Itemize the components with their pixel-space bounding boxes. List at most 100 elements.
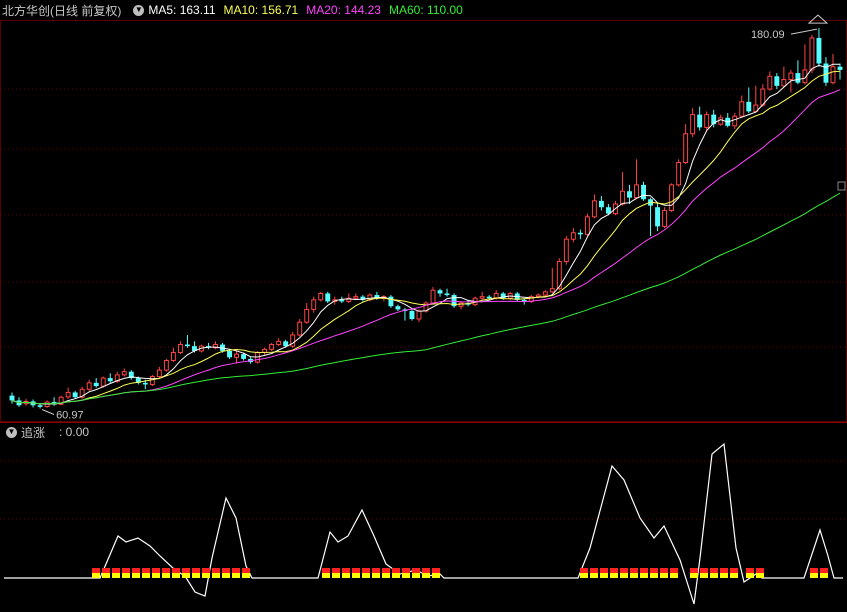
candle-body-down — [746, 101, 752, 112]
candle-body-down — [9, 395, 15, 401]
zhuizhang-signal-bottom — [162, 573, 170, 578]
candle-body-up — [269, 344, 275, 350]
zhuizhang-signal-bottom — [182, 573, 190, 578]
candle-body-down — [837, 66, 843, 70]
zhuizhang-signal-bottom — [232, 573, 240, 578]
candle-body-up — [65, 391, 71, 398]
ma10-legend: MA10: 156.71 — [224, 3, 299, 17]
zhuizhang-signal-bottom — [172, 573, 180, 578]
ma60-legend: MA60: 110.00 — [389, 3, 463, 17]
candle-body-up — [788, 72, 794, 80]
zhuizhang-signal-bottom — [580, 573, 588, 578]
candle-body-down — [795, 73, 801, 83]
candle-body-down — [627, 191, 632, 198]
zhuizhang-signal-bottom — [192, 573, 200, 578]
zhuizhang-signal-top — [810, 568, 818, 573]
zhuizhang-signal-top — [620, 568, 628, 573]
zhuizhang-signal-bottom — [700, 573, 708, 578]
ma60-label: MA60: — [388, 3, 424, 17]
ma10-label: MA10: — [223, 3, 259, 17]
zhuizhang-signal-top — [332, 568, 340, 573]
candle-body-up — [634, 184, 639, 199]
zhuizhang-signal-top — [580, 568, 588, 573]
zhuizhang-signal-bottom — [112, 573, 120, 578]
ma60-line — [11, 192, 841, 405]
zhuizhang-signal-bottom — [152, 573, 160, 578]
zhuizhang-signal-bottom — [746, 573, 754, 578]
zhuizhang-signal-top — [600, 568, 608, 573]
candle-body-up — [479, 296, 485, 299]
candle-body-up — [570, 232, 576, 240]
chevron-down-icon[interactable]: ▼ — [6, 426, 17, 438]
zhuizhang-signal-bottom — [332, 573, 340, 578]
low-price-label: 60.97 — [56, 410, 84, 422]
zhuizhang-signal-bottom — [730, 573, 738, 578]
zhuizhang-signal-bottom — [620, 573, 628, 578]
indicator-value: : 0.00 — [59, 425, 90, 439]
zhuizhang-signal-bottom — [820, 573, 828, 578]
zhuizhang-signal-bottom — [422, 573, 430, 578]
candle-body-up — [100, 377, 106, 387]
zhuizhang-signal-top — [690, 568, 698, 573]
candle-body-up — [620, 190, 625, 205]
chevron-down-icon[interactable]: ▼ — [133, 4, 145, 16]
candle-body-up — [718, 117, 724, 125]
stock-title[interactable]: 北方华创(日线 前复权) — [2, 2, 121, 19]
zhuizhang-signal-bottom — [102, 573, 110, 578]
zhuizhang-signal-bottom — [640, 573, 648, 578]
candle-body-up — [767, 75, 773, 90]
ma10-value: 156.71 — [261, 3, 299, 17]
zhuizhang-signal-bottom — [710, 573, 718, 578]
zhuizhang-signal-top — [730, 568, 738, 573]
candle-body-down — [184, 344, 190, 347]
zhuizhang-signal-bottom — [372, 573, 380, 578]
zhuizhang-signal-bottom — [690, 573, 698, 578]
zhuizhang-signal-bottom — [392, 573, 400, 578]
zhuizhang-signal-top — [422, 568, 430, 573]
candle-body-down — [486, 296, 492, 299]
zhuizhang-signal-bottom — [650, 573, 658, 578]
candle-body-down — [641, 184, 646, 200]
ma20-value: 144.23 — [344, 3, 381, 17]
zhuizhang-signal-top — [412, 568, 420, 573]
candle-body-up — [683, 133, 689, 164]
ma60-value: 110.00 — [427, 3, 463, 17]
candle-body-up — [234, 353, 239, 358]
zhuizhang-signal-top — [746, 568, 754, 573]
chart-canvas[interactable]: 180.09 60.97 — [0, 0, 847, 612]
candle-body-up — [563, 238, 569, 263]
candle-body-down — [325, 293, 331, 302]
candle-body-up — [542, 291, 548, 296]
zhuizhang-signal-top — [112, 568, 120, 573]
zhuizhang-signal-top — [590, 568, 598, 573]
zhuizhang-signal-top — [352, 568, 360, 573]
indicator-name[interactable]: 追涨 — [21, 424, 45, 441]
candle-body-up — [584, 216, 590, 235]
candle-body-down — [37, 405, 43, 407]
candle-body-up — [416, 310, 422, 320]
zhuizhang-signal-bottom — [720, 573, 728, 578]
zhuizhang-signal-top — [610, 568, 618, 573]
zhuizhang-signal-top — [222, 568, 230, 573]
zhuizhang-signal-top — [820, 568, 828, 573]
candle-body-up — [177, 344, 183, 354]
candle-body-down — [444, 293, 450, 296]
zhuizhang-signal-bottom — [590, 573, 598, 578]
candle-body-down — [437, 290, 443, 294]
zhuizhang-signal-top — [162, 568, 170, 573]
candle-body-down — [72, 392, 78, 398]
zhuizhang-signal-bottom — [202, 573, 210, 578]
candle-body-up — [549, 288, 555, 293]
candle-body-down — [388, 296, 394, 307]
high-price-label: 180.09 — [751, 29, 785, 41]
candle-body-down — [655, 207, 661, 227]
candle-body-down — [409, 311, 415, 319]
zhuizhang-signal-top — [342, 568, 350, 573]
diamond-marker-icon — [807, 14, 829, 24]
zhuizhang-signal-top — [660, 568, 668, 573]
zhuizhang-signal-top — [132, 568, 140, 573]
candle-body-up — [704, 114, 710, 128]
zhuizhang-signal-bottom — [212, 573, 220, 578]
candle-body-up — [304, 308, 310, 323]
candle-body-up — [297, 321, 303, 336]
